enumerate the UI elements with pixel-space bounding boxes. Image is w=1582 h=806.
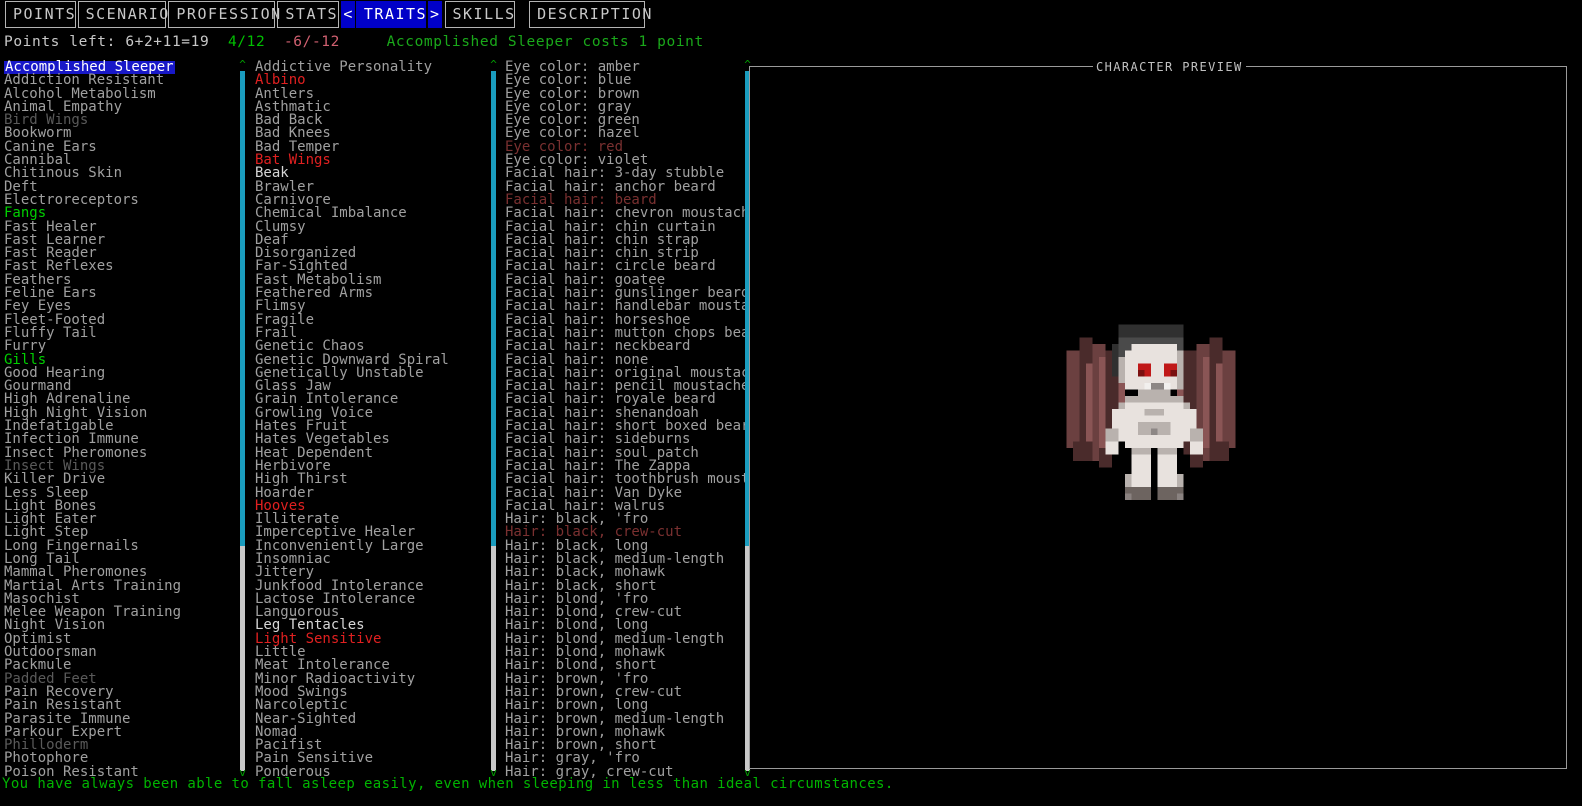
tab-label: POINTS: [13, 5, 76, 23]
character-preview-title: CHARACTER PREVIEW: [1093, 60, 1246, 74]
scroll-up-arrow-icon[interactable]: ^: [488, 60, 499, 69]
status-line: Points left: 6+2+11=19 4/12 -6/-12 Accom…: [4, 34, 704, 50]
tab-label: SCENARIO: [86, 5, 170, 23]
scroll-up-arrow-icon[interactable]: ^: [237, 60, 248, 69]
scroll-thumb[interactable]: [240, 71, 245, 546]
tab-label: DESCRIPTION: [537, 5, 653, 23]
traits-column-positive[interactable]: Accomplished SleeperAddiction ResistantA…: [2, 61, 236, 779]
tab-description[interactable]: DESCRIPTION: [529, 1, 645, 28]
character-sprite-canvas: [1047, 318, 1255, 513]
column-2-scrollbar[interactable]: ^ v: [491, 61, 496, 779]
tab-label: PROFESSION: [176, 5, 281, 23]
positive-trait-counter: 4/12: [228, 34, 265, 50]
tab-label: SKILLS: [453, 5, 516, 23]
character-sprite: [1047, 318, 1255, 513]
tab-profession[interactable]: PROFESSION: [168, 1, 275, 28]
points-left-value: 6+2+11=19: [125, 34, 209, 50]
prev-tab-arrow-icon[interactable]: <: [341, 1, 355, 28]
tab-scenario[interactable]: SCENARIO: [78, 1, 167, 28]
character-creation-screen: POINTSSCENARIOPROFESSIONSTATS<TRAITS>SKI…: [0, 0, 1582, 806]
tab-traits[interactable]: TRAITS: [356, 1, 427, 28]
tab-skills[interactable]: SKILLS: [445, 1, 516, 28]
negative-trait-counter: -6/-12: [284, 34, 340, 50]
points-left-label: Points left:: [4, 34, 116, 50]
scroll-thumb[interactable]: [491, 71, 496, 546]
tab-points[interactable]: POINTS: [5, 1, 76, 28]
trait-cost-message: Accomplished Sleeper costs 1 point: [387, 34, 704, 50]
traits-column-negative[interactable]: Addictive PersonalityAlbinoAntlersAsthma…: [253, 61, 489, 779]
tab-bar: POINTSSCENARIOPROFESSIONSTATS<TRAITS>SKI…: [0, 0, 1582, 30]
column-1-scrollbar[interactable]: ^ v: [240, 61, 245, 779]
next-tab-arrow-icon[interactable]: >: [428, 1, 442, 28]
tab-stats[interactable]: STATS: [277, 1, 339, 28]
trait-description: You have always been able to fall asleep…: [2, 776, 894, 792]
tab-label: STATS: [285, 5, 338, 23]
tab-label: TRAITS: [364, 5, 427, 23]
traits-column-cosmetic[interactable]: Eye color: amberEye color: blueEye color…: [503, 61, 743, 779]
